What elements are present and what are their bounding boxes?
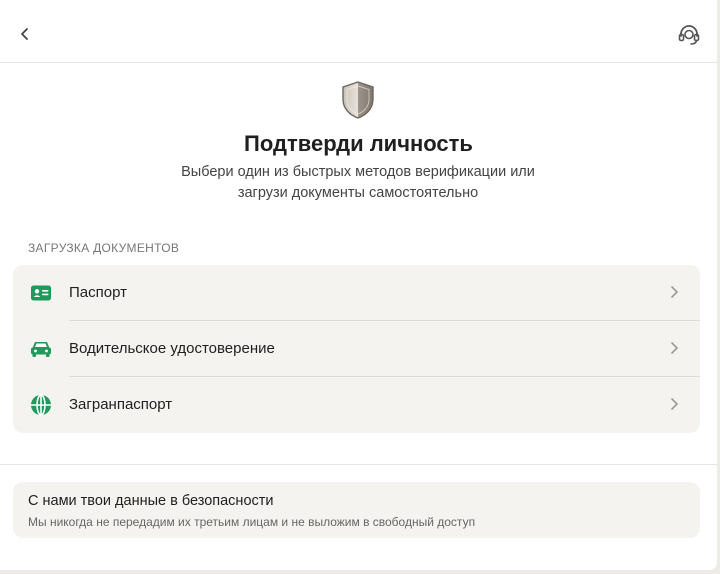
- back-button[interactable]: [12, 21, 38, 47]
- security-notice-text: Мы никогда не передадим их третьим лицам…: [28, 515, 476, 529]
- chevron-right-icon: [671, 342, 678, 354]
- documents-list: Паспорт Водительское удостоверение Загра…: [13, 265, 700, 433]
- document-option-label: Паспорт: [69, 284, 127, 301]
- document-option-foreign-passport[interactable]: Загранпаспорт: [13, 377, 700, 433]
- car-icon: [30, 338, 52, 360]
- headset-support-icon: [678, 25, 700, 45]
- document-option-passport[interactable]: Паспорт: [13, 265, 700, 321]
- chevron-right-icon: [671, 286, 678, 298]
- top-bar: [0, 0, 717, 63]
- document-option-label: Водительское удостоверение: [69, 340, 275, 357]
- chevron-left-icon: [21, 28, 28, 40]
- security-notice-title: С нами твои данные в безопасности: [28, 493, 274, 509]
- page-title: Подтверди личность: [244, 131, 473, 156]
- chevron-right-icon: [671, 398, 678, 410]
- globe-icon: [30, 394, 52, 416]
- support-button[interactable]: [675, 21, 703, 49]
- id-card-icon: [30, 282, 52, 304]
- document-option-label: Загранпаспорт: [69, 396, 173, 413]
- page-subtitle: Выбери один из быстрых методов верификац…: [181, 164, 535, 201]
- security-notice: С нами твои данные в безопасности Мы ник…: [13, 482, 700, 538]
- section-label-documents: ЗАГРУЗКА ДОКУМЕНТОВ: [28, 241, 180, 255]
- verification-page: Подтверди личность Выбери один из быстры…: [0, 0, 717, 570]
- shield-icon: [342, 81, 374, 119]
- divider: [0, 464, 717, 465]
- document-option-driver-license[interactable]: Водительское удостоверение: [13, 321, 700, 377]
